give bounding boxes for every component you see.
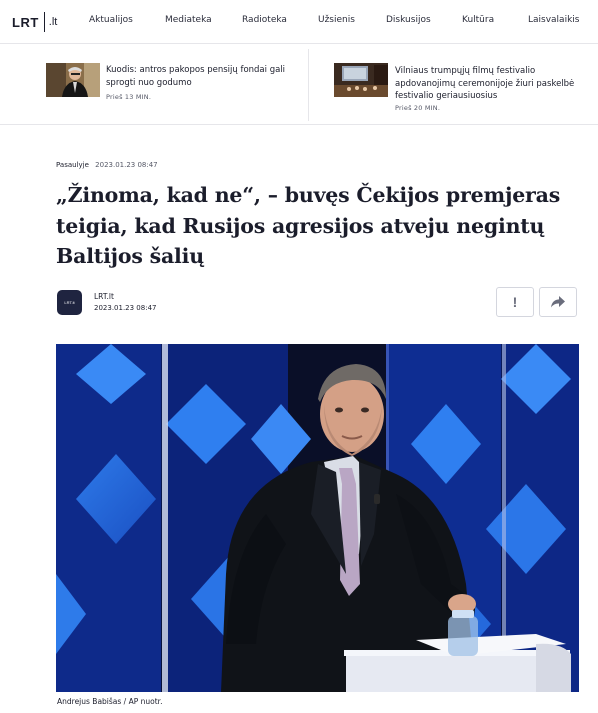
article-date: 2023.01.23 08:47 bbox=[95, 161, 158, 169]
article-meta: Pasaulyje 2023.01.23 08:47 bbox=[56, 161, 158, 169]
lrt-logo[interactable]: LRT .lt bbox=[12, 12, 57, 32]
teaser-thumbnail bbox=[334, 63, 388, 97]
teaser-card[interactable]: Vilniaus trumpųjų filmų festivalio apdov… bbox=[309, 45, 598, 125]
article-category[interactable]: Pasaulyje bbox=[56, 161, 89, 169]
share-arrow-icon bbox=[551, 296, 565, 308]
article-main-photo[interactable] bbox=[56, 344, 579, 692]
article-headline: „Žinoma, kad ne“, – buvęs Čekijos premje… bbox=[56, 183, 561, 268]
teaser-thumbnail bbox=[46, 63, 100, 97]
author-date: 2023.01.23 08:47 bbox=[94, 304, 157, 312]
photo-caption: Andrejus Babišas / AP nuotr. bbox=[57, 697, 163, 706]
nav-item-radioteka[interactable]: Radioteka bbox=[242, 15, 287, 25]
nav-item-laisvalaikis[interactable]: Laisvalaikis bbox=[528, 15, 579, 25]
logo-brand: LRT bbox=[12, 14, 39, 30]
logo-suffix: .lt bbox=[48, 16, 58, 28]
share-button[interactable] bbox=[539, 287, 577, 317]
nav-item-uzsienis[interactable]: Užsienis bbox=[318, 15, 355, 25]
nav-item-mediateka[interactable]: Mediateka bbox=[165, 15, 212, 25]
teaser-time: Prieš 20 MIN. bbox=[395, 104, 441, 112]
nav-item-diskusijos[interactable]: Diskusijos bbox=[386, 15, 431, 25]
latest-news-strip: Kuodis: antros pakopos pensijų fondai ga… bbox=[0, 45, 598, 125]
top-navigation: LRT .lt Aktualijos Mediateka Radioteka U… bbox=[0, 0, 598, 44]
avatar-label: LRT.lt bbox=[64, 300, 75, 305]
exclamation-icon: ! bbox=[512, 294, 518, 310]
logo-divider bbox=[43, 12, 45, 32]
nav-item-kultura[interactable]: Kultūra bbox=[462, 15, 494, 25]
teaser-title: Vilniaus trumpųjų filmų festivalio apdov… bbox=[395, 66, 575, 101]
teaser-card[interactable]: Kuodis: antros pakopos pensijų fondai ga… bbox=[0, 45, 308, 125]
nav-item-aktualijos[interactable]: Aktualijos bbox=[89, 15, 133, 25]
author-avatar[interactable]: LRT.lt bbox=[57, 290, 82, 315]
teaser-title: Kuodis: antros pakopos pensijų fondai ga… bbox=[106, 65, 286, 88]
author-name[interactable]: LRT.lt bbox=[94, 292, 114, 301]
report-button[interactable]: ! bbox=[496, 287, 534, 317]
teaser-time: Prieš 13 MIN. bbox=[106, 93, 152, 101]
